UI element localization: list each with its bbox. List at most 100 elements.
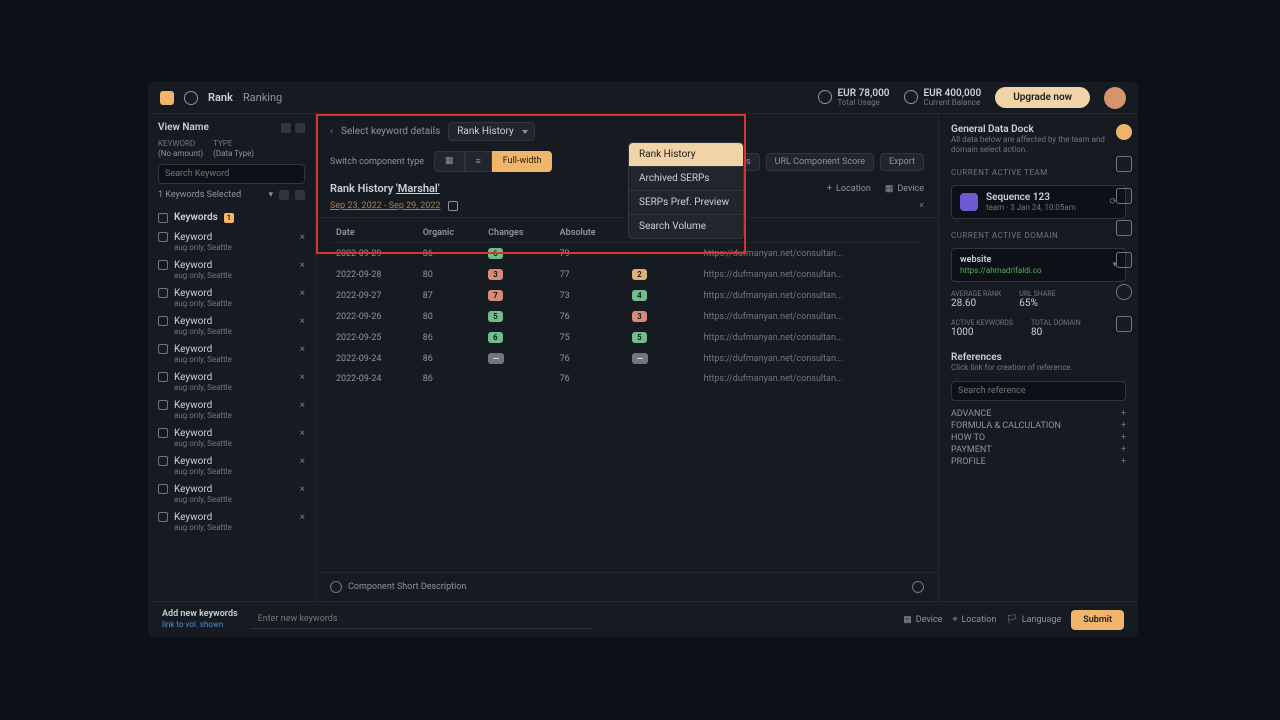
table-row[interactable]: 2022-09-2486--76--https://dufmanyan.net/… bbox=[330, 348, 924, 369]
remove-icon[interactable]: × bbox=[300, 260, 305, 271]
tab-button[interactable]: Export bbox=[880, 153, 924, 171]
dropdown-option[interactable]: Archived SERPs bbox=[629, 167, 743, 191]
keyword-checkbox[interactable] bbox=[158, 456, 168, 466]
add-keywords-link[interactable]: link to vol. shown bbox=[162, 620, 238, 630]
date-range[interactable]: Sep 23, 2022 - Sep 29, 2022 bbox=[330, 201, 440, 211]
calendar-icon[interactable] bbox=[448, 201, 458, 211]
reference-item[interactable]: ADVANCE+ bbox=[951, 409, 1126, 419]
dropdown-option[interactable]: Rank History bbox=[629, 143, 743, 167]
notification-icon[interactable] bbox=[1116, 124, 1132, 140]
seg-list[interactable]: ≡ bbox=[465, 151, 492, 172]
usage-total: EUR 78,000 Total Usage bbox=[818, 88, 890, 108]
settings-icon[interactable] bbox=[912, 581, 924, 593]
reference-item[interactable]: HOW TO+ bbox=[951, 433, 1126, 443]
remove-icon[interactable]: × bbox=[300, 484, 305, 495]
rail-icon[interactable] bbox=[1116, 316, 1132, 332]
table-row[interactable]: 2022-09-26805763https://dufmanyan.net/co… bbox=[330, 306, 924, 327]
column-header[interactable]: Absolute bbox=[554, 224, 626, 243]
keyword-checkbox[interactable] bbox=[158, 344, 168, 354]
keyword-item[interactable]: Keywordaug only, Seattle× bbox=[158, 481, 305, 507]
keyword-checkbox[interactable] bbox=[158, 260, 168, 270]
remove-icon[interactable]: × bbox=[300, 400, 305, 411]
keyword-item[interactable]: Keywordaug only, Seattle× bbox=[158, 341, 305, 367]
avatar[interactable] bbox=[1104, 87, 1126, 109]
keyword-checkbox[interactable] bbox=[158, 316, 168, 326]
dropdown-option[interactable]: SERPs Pref. Preview bbox=[629, 191, 743, 215]
rail-icon[interactable] bbox=[1116, 156, 1132, 172]
remove-icon[interactable]: × bbox=[300, 428, 305, 439]
chevron-down-icon[interactable]: ▾ bbox=[268, 190, 273, 200]
reference-item[interactable]: PROFILE+ bbox=[951, 457, 1126, 467]
keyword-item[interactable]: Keywordaug only, Seattle× bbox=[158, 369, 305, 395]
reference-item[interactable]: PAYMENT+ bbox=[951, 445, 1126, 455]
view-action-icon[interactable] bbox=[295, 123, 305, 133]
keyword-checkbox[interactable] bbox=[158, 288, 168, 298]
rail-icon[interactable] bbox=[1116, 252, 1132, 268]
remove-icon[interactable]: × bbox=[300, 288, 305, 299]
search-keyword-input[interactable] bbox=[158, 164, 305, 184]
main: ‹ Select keyword details Rank History Ra… bbox=[316, 114, 938, 601]
remove-icon[interactable]: × bbox=[300, 232, 305, 243]
keyword-checkbox[interactable] bbox=[158, 484, 168, 494]
remove-icon[interactable]: × bbox=[300, 372, 305, 383]
device-action[interactable]: ▦Device bbox=[885, 184, 924, 194]
keyword-item[interactable]: Keywordaug only, Seattle× bbox=[158, 509, 305, 535]
rail-icon[interactable] bbox=[1116, 188, 1132, 204]
chevron-left-icon[interactable]: ‹ bbox=[330, 126, 333, 137]
location-action[interactable]: +Location bbox=[827, 184, 871, 194]
keyword-checkbox[interactable] bbox=[158, 428, 168, 438]
table-row[interactable]: 2022-09-248676https://dufmanyan.net/cons… bbox=[330, 369, 924, 389]
component-type-label: Switch component type bbox=[330, 157, 424, 167]
upgrade-button[interactable]: Upgrade now bbox=[995, 87, 1090, 108]
column-header[interactable]: Changes bbox=[482, 224, 553, 243]
select-all-checkbox[interactable] bbox=[158, 213, 168, 223]
keyword-item[interactable]: Keywordaug only, Seattle× bbox=[158, 453, 305, 479]
keyword-item[interactable]: Keywordaug only, Seattle× bbox=[158, 285, 305, 311]
keywords-count-badge: 1 bbox=[224, 213, 234, 223]
active-team-card[interactable]: Sequence 123 team · 3 Jan 24, 10:05am ⟳ bbox=[951, 185, 1126, 219]
grid-icon[interactable] bbox=[279, 190, 289, 200]
new-keywords-input[interactable] bbox=[252, 610, 592, 629]
view-action-icon[interactable] bbox=[281, 123, 291, 133]
active-domain-card[interactable]: website https://ahmadrifaldi.co ▾ bbox=[951, 248, 1126, 282]
tab-button[interactable]: URL Component Score bbox=[766, 153, 874, 171]
remove-icon[interactable]: × bbox=[300, 316, 305, 327]
table-row[interactable]: 2022-09-25866755https://dufmanyan.net/co… bbox=[330, 327, 924, 348]
column-header[interactable]: Organic bbox=[417, 224, 482, 243]
download-icon[interactable] bbox=[295, 190, 305, 200]
help-icon[interactable] bbox=[1116, 284, 1132, 300]
seg-chart[interactable]: ▦ bbox=[434, 151, 465, 172]
remove-icon[interactable]: × bbox=[300, 512, 305, 523]
keyword-checkbox[interactable] bbox=[158, 372, 168, 382]
keyword-item[interactable]: Keywordaug only, Seattle× bbox=[158, 257, 305, 283]
seg-fullwidth[interactable]: Full-width bbox=[492, 151, 553, 172]
remove-icon[interactable]: × bbox=[300, 344, 305, 355]
location-option[interactable]: ⌖Location bbox=[952, 615, 996, 625]
keyword-checkbox[interactable] bbox=[158, 512, 168, 522]
table-row[interactable]: 2022-09-27877734https://dufmanyan.net/co… bbox=[330, 285, 924, 306]
remove-icon[interactable]: × bbox=[300, 456, 305, 467]
reference-search-input[interactable] bbox=[951, 381, 1126, 401]
keyword-checkbox[interactable] bbox=[158, 400, 168, 410]
table-row[interactable]: 2022-09-2986679https://dufmanyan.net/con… bbox=[330, 243, 924, 265]
dock-desc: All data below are affected by the team … bbox=[951, 135, 1126, 156]
keyword-checkbox[interactable] bbox=[158, 232, 168, 242]
keyword-item[interactable]: Keywordaug only, Seattle× bbox=[158, 313, 305, 339]
close-icon[interactable]: × bbox=[919, 201, 924, 211]
keyword-item[interactable]: Keywordaug only, Seattle× bbox=[158, 425, 305, 451]
language-option[interactable]: 🏳Language bbox=[1006, 615, 1061, 625]
detail-type-select[interactable]: Rank History bbox=[448, 122, 534, 141]
keyword-item[interactable]: Keywordaug only, Seattle× bbox=[158, 397, 305, 423]
reference-item[interactable]: FORMULA & CALCULATION+ bbox=[951, 421, 1126, 431]
settings-icon[interactable] bbox=[184, 91, 198, 105]
table-footer: Component Short Description bbox=[316, 572, 938, 601]
table-row[interactable]: 2022-09-28803772https://dufmanyan.net/co… bbox=[330, 264, 924, 285]
keyword-item[interactable]: Keywordaug only, Seattle× bbox=[158, 229, 305, 255]
device-option[interactable]: ▦Device bbox=[903, 615, 942, 625]
dropdown-option[interactable]: Search Volume bbox=[629, 215, 743, 238]
column-header[interactable]: Date bbox=[330, 224, 417, 243]
submit-button[interactable]: Submit bbox=[1071, 610, 1124, 630]
footer-description: Component Short Description bbox=[348, 582, 466, 592]
rail-icon[interactable] bbox=[1116, 220, 1132, 236]
info-icon bbox=[330, 581, 342, 593]
